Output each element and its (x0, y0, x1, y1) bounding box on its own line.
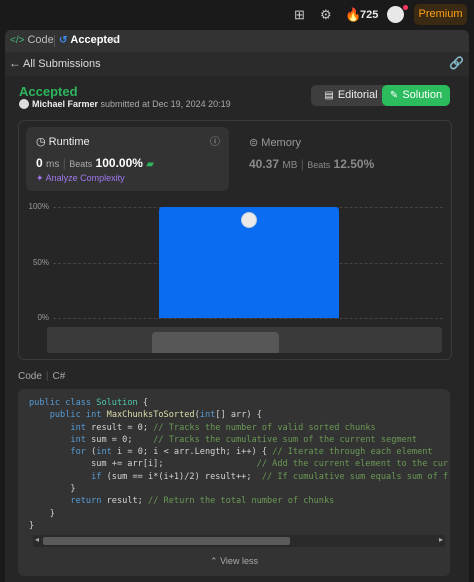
runtime-card[interactable]: ◷ Runtime ⓘ 0 ms | Beats 100.00% ▰ ✦ Ana… (26, 127, 229, 191)
memory-unit: MB (282, 160, 298, 171)
history-icon: ↺ (59, 35, 68, 46)
streak-count[interactable]: 725 (360, 9, 378, 21)
view-less-button[interactable]: ⌃ View less (18, 556, 450, 567)
y-tick-label: 0% (37, 313, 49, 322)
user-avatar[interactable] (19, 99, 29, 109)
trophy-icon: ▰ (146, 159, 154, 170)
solution-button[interactable]: ✎ Solution (382, 85, 450, 106)
performance-stats: ◷ Runtime ⓘ 0 ms | Beats 100.00% ▰ ✦ Ana… (18, 120, 452, 360)
submitted-text: submitted at Dec 19, 2024 20:19 (100, 99, 231, 109)
tab-code[interactable]: </> Code (10, 34, 54, 46)
runtime-beats-label: Beats (69, 159, 93, 169)
close-icon[interactable]: × (111, 34, 117, 46)
book-icon: ▤ (324, 90, 334, 101)
scroll-left-icon[interactable]: ◂ (35, 535, 39, 544)
chip-icon: ⊜ (249, 137, 259, 149)
code-header: Code | C# (18, 371, 65, 382)
all-submissions-link[interactable]: All Submissions (23, 58, 101, 70)
runtime-value: 0 ms | Beats 100.00% ▰ (36, 156, 154, 170)
fire-icon[interactable]: 🔥 (345, 7, 361, 23)
code-language: C# (52, 371, 66, 382)
analyze-complexity-link[interactable]: ✦ Analyze Complexity (36, 173, 125, 184)
chart-range-handle[interactable] (152, 332, 279, 353)
tab-divider (54, 35, 55, 47)
layout-icon[interactable]: ⊞ (294, 8, 305, 22)
editorial-button[interactable]: ▤ Editorial (311, 85, 391, 106)
memory-beats-label: Beats (307, 160, 331, 170)
edit-icon: ✎ (389, 90, 399, 101)
runtime-title: ◷ Runtime (36, 135, 90, 148)
solution-label: Solution (402, 89, 443, 101)
runtime-unit: ms (46, 159, 60, 170)
analyze-label: Analyze Complexity (45, 173, 125, 183)
code-icon: </> (10, 35, 25, 46)
tab-code-label: Code (27, 34, 54, 46)
premium-button[interactable]: Premium (414, 4, 467, 25)
memory-number: 40.37 (249, 157, 280, 171)
runtime-number: 0 (36, 156, 43, 170)
code-viewer[interactable]: public class Solution { public int MaxCh… (18, 389, 450, 576)
scrollbar-thumb[interactable] (43, 537, 290, 545)
divider: | (45, 371, 49, 382)
chart-range-slider[interactable] (47, 327, 442, 353)
editorial-label: Editorial (337, 89, 378, 101)
submission-meta: Michael Farmer submitted at Dec 19, 2024… (32, 99, 231, 109)
y-tick-label: 50% (32, 257, 49, 267)
top-bar: ⊞ ⚙ 🔥 725 Premium (0, 0, 474, 30)
user-name[interactable]: Michael Farmer (32, 99, 98, 109)
tab-bar: </> Code ↺ Accepted × (5, 30, 469, 52)
info-icon[interactable]: ⓘ (210, 133, 220, 148)
back-arrow-icon[interactable]: ← (9, 56, 21, 70)
gridline (53, 318, 443, 319)
memory-value: 40.37 MB | Beats 12.50% (249, 157, 374, 171)
memory-title-label: Memory (261, 137, 302, 149)
divider: | (62, 156, 66, 170)
notification-dot (403, 5, 408, 10)
submission-status: Accepted (19, 84, 78, 99)
divider: | (300, 157, 304, 171)
submission-panel: </> Code ↺ Accepted × ← All Submissions 🔗 … (5, 30, 469, 582)
code-block: public class Solution { public int MaxCh… (29, 398, 449, 531)
scroll-right-icon[interactable]: ▸ (439, 535, 443, 544)
back-row: ← All Submissions 🔗 (5, 52, 469, 76)
view-less-label: View less (220, 556, 258, 566)
memory-beats-pct: 12.50% (333, 157, 375, 171)
runtime-title-label: Runtime (48, 136, 90, 148)
horizontal-scrollbar[interactable]: ◂ ▸ (33, 535, 445, 547)
runtime-distribution-chart: 100% 50% 0% (19, 199, 451, 354)
avatar[interactable] (387, 6, 404, 23)
code-tab-label: Code (18, 371, 42, 382)
sparkle-icon: ✦ (36, 173, 44, 183)
gear-icon[interactable]: ⚙ (320, 8, 332, 22)
clock-icon: ◷ (36, 136, 46, 148)
share-link-icon[interactable]: 🔗 (449, 56, 464, 70)
chevron-up-icon: ⌃ (210, 556, 218, 566)
runtime-beats-pct: 100.00% (95, 156, 143, 170)
user-marker-avatar (241, 212, 257, 228)
y-tick-label: 100% (28, 202, 49, 211)
memory-title[interactable]: ⊜ Memory (249, 136, 301, 149)
